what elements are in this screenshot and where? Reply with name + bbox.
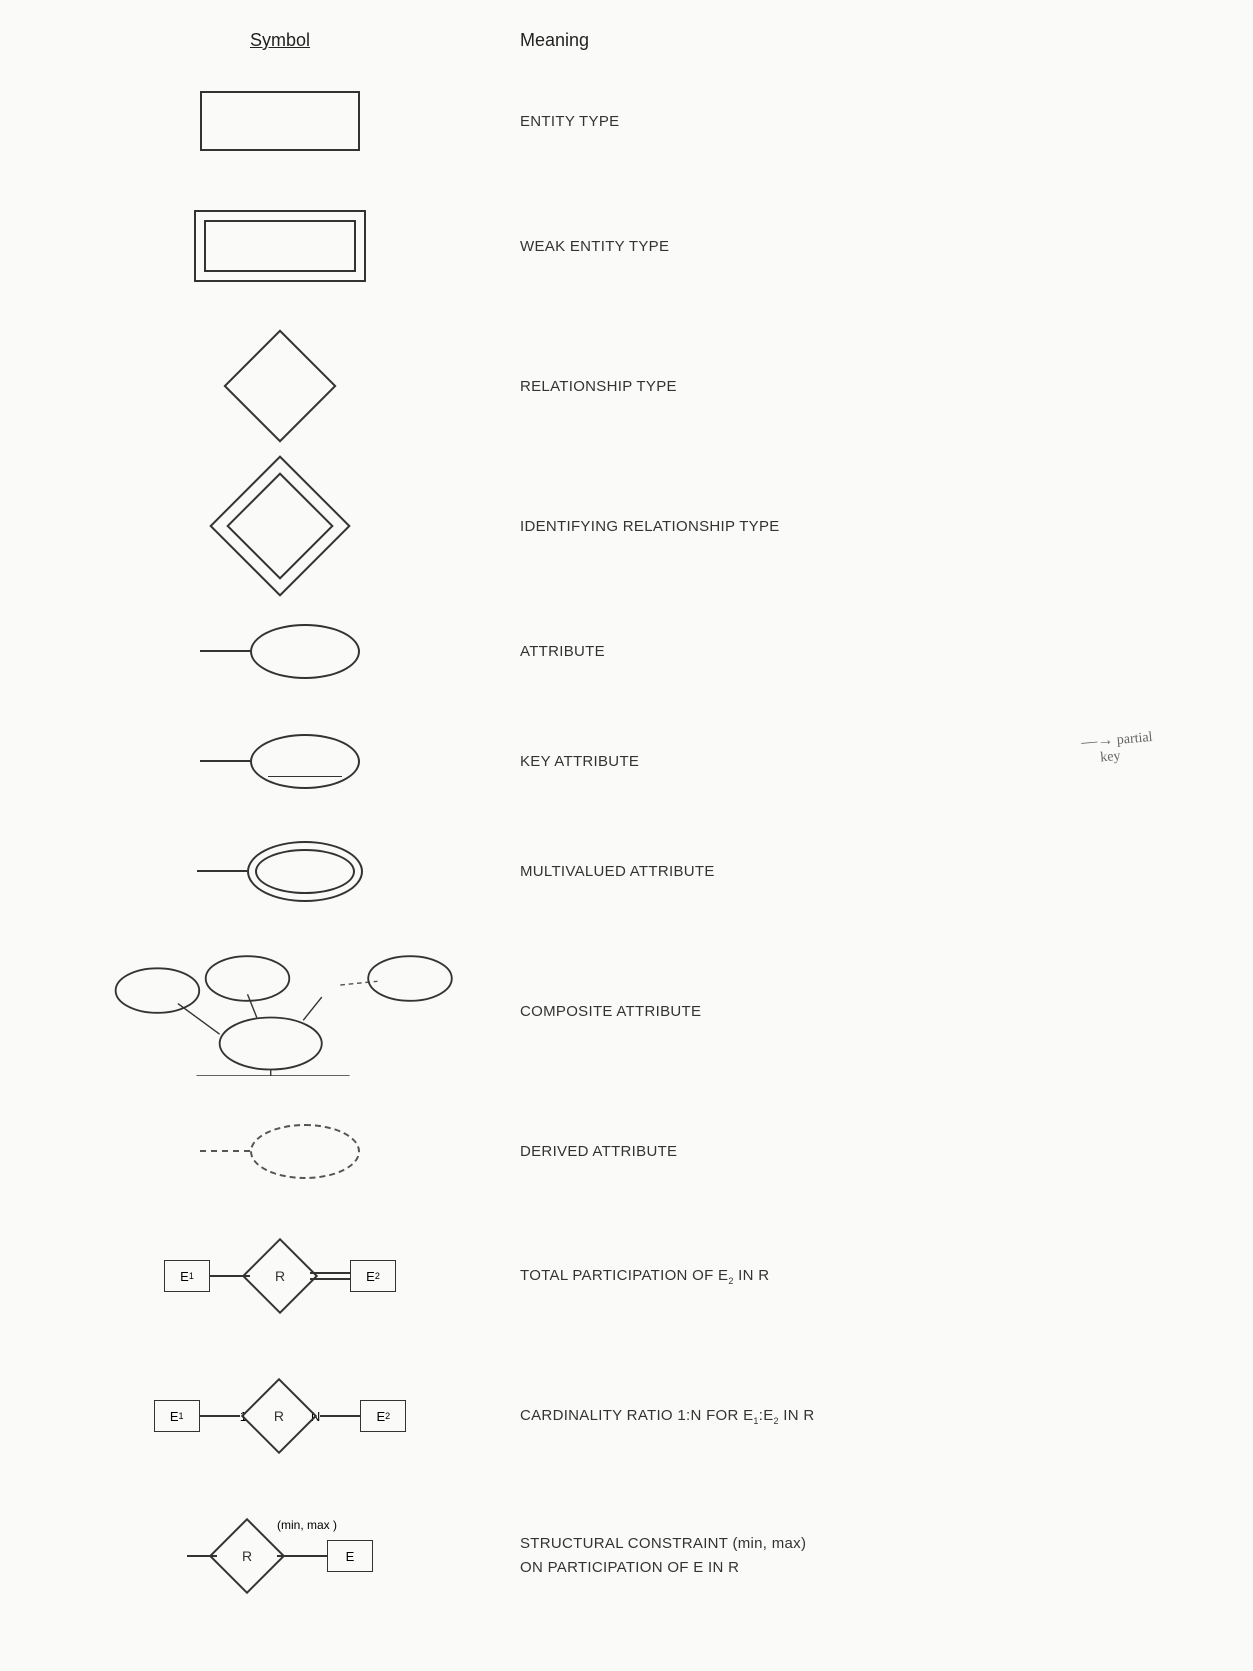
- row-total-participation: E1 R E2 TOTAL PARTICIPATION OF E2 IN R: [40, 1221, 1213, 1331]
- key-attribute-underline: [268, 776, 342, 777]
- diamond-shape: [223, 329, 336, 442]
- meaning-relationship-type: RELATIONSHIP TYPE: [520, 378, 1213, 395]
- symbol-multivalued-attribute: [40, 841, 520, 902]
- meaning-multivalued-attribute: MULTIVALUED ATTRIBUTE: [520, 863, 1213, 880]
- structural-r-diamond-wrap: R: [217, 1526, 277, 1586]
- row-identifying-relationship-type: IDENTIFYING RELATIONSHIP TYPE: [40, 471, 1213, 581]
- row-weak-entity-type: WEAK ENTITY TYPE: [40, 191, 1213, 301]
- double-diamond-outer: [209, 455, 350, 596]
- symbol-relationship-type: [40, 336, 520, 436]
- cardinality-e1-box: E1: [154, 1400, 200, 1432]
- meaning-attribute: ATTRIBUTE: [520, 643, 1213, 660]
- row-cardinality-ratio: E1 1 R N E2 CARDINALITY RATIO 1:N FOR E1…: [40, 1361, 1213, 1471]
- meaning-derived-attribute: DERIVED ATTRIBUTE: [520, 1143, 1213, 1160]
- row-entity-type: ENTITY TYPE: [40, 81, 1213, 161]
- total-participation-symbol: E1 R E2: [164, 1246, 396, 1306]
- symbol-key-attribute: [40, 734, 520, 789]
- cardinality-e1-line: [200, 1415, 240, 1417]
- diamond-wrap: [230, 336, 330, 436]
- structural-r-label: R: [242, 1548, 252, 1564]
- derived-attribute-dashed-line: [200, 1150, 250, 1152]
- symbol-cardinality-ratio: E1 1 R N E2: [40, 1386, 520, 1446]
- structural-line-and-box: E: [277, 1540, 373, 1572]
- weak-entity-inner-rect: [204, 220, 356, 272]
- symbol-attribute: [40, 624, 520, 679]
- r-diamond-wrap: R: [250, 1246, 310, 1306]
- row-structural-constraint: R (min, max ) E STRUCTURAL CONSTRAINT (m…: [40, 1501, 1213, 1611]
- e1-box: E1: [164, 1260, 210, 1292]
- meaning-weak-entity-type: WEAK ENTITY TYPE: [520, 238, 1213, 255]
- meaning-entity-type: ENTITY TYPE: [520, 113, 1213, 130]
- e2-box: E2: [350, 1260, 396, 1292]
- meaning-composite-attribute: COMPOSITE ATTRIBUTE: [520, 1003, 1213, 1020]
- multivalued-attribute-symbol: [197, 841, 363, 902]
- meaning-e2-sub: 2: [728, 1276, 733, 1286]
- meaning-header: Meaning: [520, 30, 1213, 51]
- r-label: R: [275, 1268, 285, 1284]
- row-composite-attribute: COMPOSITE ATTRIBUTE: [40, 941, 1213, 1081]
- cardinality-r-label: R: [274, 1408, 284, 1424]
- double-diamond-wrap: [225, 471, 335, 581]
- cardinality-e2-line: [320, 1415, 360, 1417]
- attribute-symbol: [200, 624, 360, 679]
- structural-constraint-symbol: R (min, max ) E: [187, 1526, 373, 1586]
- row-derived-attribute: DERIVED ATTRIBUTE: [40, 1111, 1213, 1191]
- composite-attribute-svg: [90, 946, 470, 1076]
- e1-sub: 1: [189, 1271, 194, 1281]
- structural-right-line: [277, 1555, 327, 1557]
- symbol-header: Symbol: [40, 30, 520, 51]
- derived-attribute-dashed-oval: [250, 1124, 360, 1179]
- row-multivalued-attribute: MULTIVALUED ATTRIBUTE: [40, 831, 1213, 911]
- row-key-attribute: KEY ATTRIBUTE —→ partial key: [40, 721, 1213, 801]
- symbol-identifying-relationship-type: [40, 471, 520, 581]
- symbol-composite-attribute: [40, 946, 520, 1076]
- cardinality-e2-box: E2: [360, 1400, 406, 1432]
- main-page: { "header": { "symbol_label": "Symbol", …: [0, 0, 1253, 1671]
- meaning-cardinality-e1-sub: 1: [753, 1416, 758, 1426]
- meaning-total-participation: TOTAL PARTICIPATION OF E2 IN R: [520, 1267, 1213, 1286]
- structural-e-box: E: [327, 1540, 373, 1572]
- multivalued-outer-oval: [247, 841, 363, 902]
- header-row: Symbol Meaning: [40, 30, 1213, 51]
- symbol-total-participation: E1 R E2: [40, 1246, 520, 1306]
- symbol-entity-type: [40, 91, 520, 151]
- key-attribute-oval: [250, 734, 360, 789]
- attribute-oval: [250, 624, 360, 679]
- key-attribute-symbol: [200, 734, 360, 789]
- symbol-label: Symbol: [250, 30, 310, 50]
- meaning-identifying-relationship-type: IDENTIFYING RELATIONSHIP TYPE: [520, 518, 1213, 535]
- structural-minmax-label: (min, max ): [277, 1518, 337, 1532]
- e2-sub: 2: [375, 1271, 380, 1281]
- symbol-derived-attribute: [40, 1124, 520, 1179]
- cardinality-r-diamond-wrap: R: [249, 1386, 309, 1446]
- meaning-structural-constraint: STRUCTURAL CONSTRAINT (min, max)ON PARTI…: [520, 1532, 1213, 1580]
- meaning-cardinality-e2-sub: 2: [774, 1416, 779, 1426]
- symbol-structural-constraint: R (min, max ) E: [40, 1526, 520, 1586]
- derived-attribute-symbol: [200, 1124, 360, 1179]
- multivalued-inner-oval: [255, 849, 355, 894]
- multivalued-attribute-line: [197, 870, 247, 872]
- symbol-weak-entity-type: [40, 210, 520, 282]
- annotation-partial-key: —→ partial key: [1080, 728, 1154, 768]
- row-relationship-type: RELATIONSHIP TYPE: [40, 331, 1213, 441]
- meaning-cardinality-ratio: CARDINALITY RATIO 1:N FOR E1:E2 IN R: [520, 1407, 1213, 1426]
- cardinality-e1-sub: 1: [179, 1411, 184, 1421]
- weak-entity-outer-rect: [194, 210, 366, 282]
- double-diamond-inner: [226, 472, 333, 579]
- entity-type-rect: [200, 91, 360, 151]
- structural-right-section: (min, max ) E: [277, 1540, 373, 1572]
- key-attribute-line: [200, 760, 250, 762]
- cardinality-e2-sub: 2: [385, 1411, 390, 1421]
- key-attribute-oval-wrap: [250, 734, 360, 789]
- row-attribute: ATTRIBUTE: [40, 611, 1213, 691]
- attribute-line: [200, 650, 250, 652]
- cardinality-ratio-symbol: E1 1 R N E2: [154, 1386, 407, 1446]
- double-line-bottom: [310, 1278, 350, 1280]
- meaning-label: Meaning: [520, 30, 589, 50]
